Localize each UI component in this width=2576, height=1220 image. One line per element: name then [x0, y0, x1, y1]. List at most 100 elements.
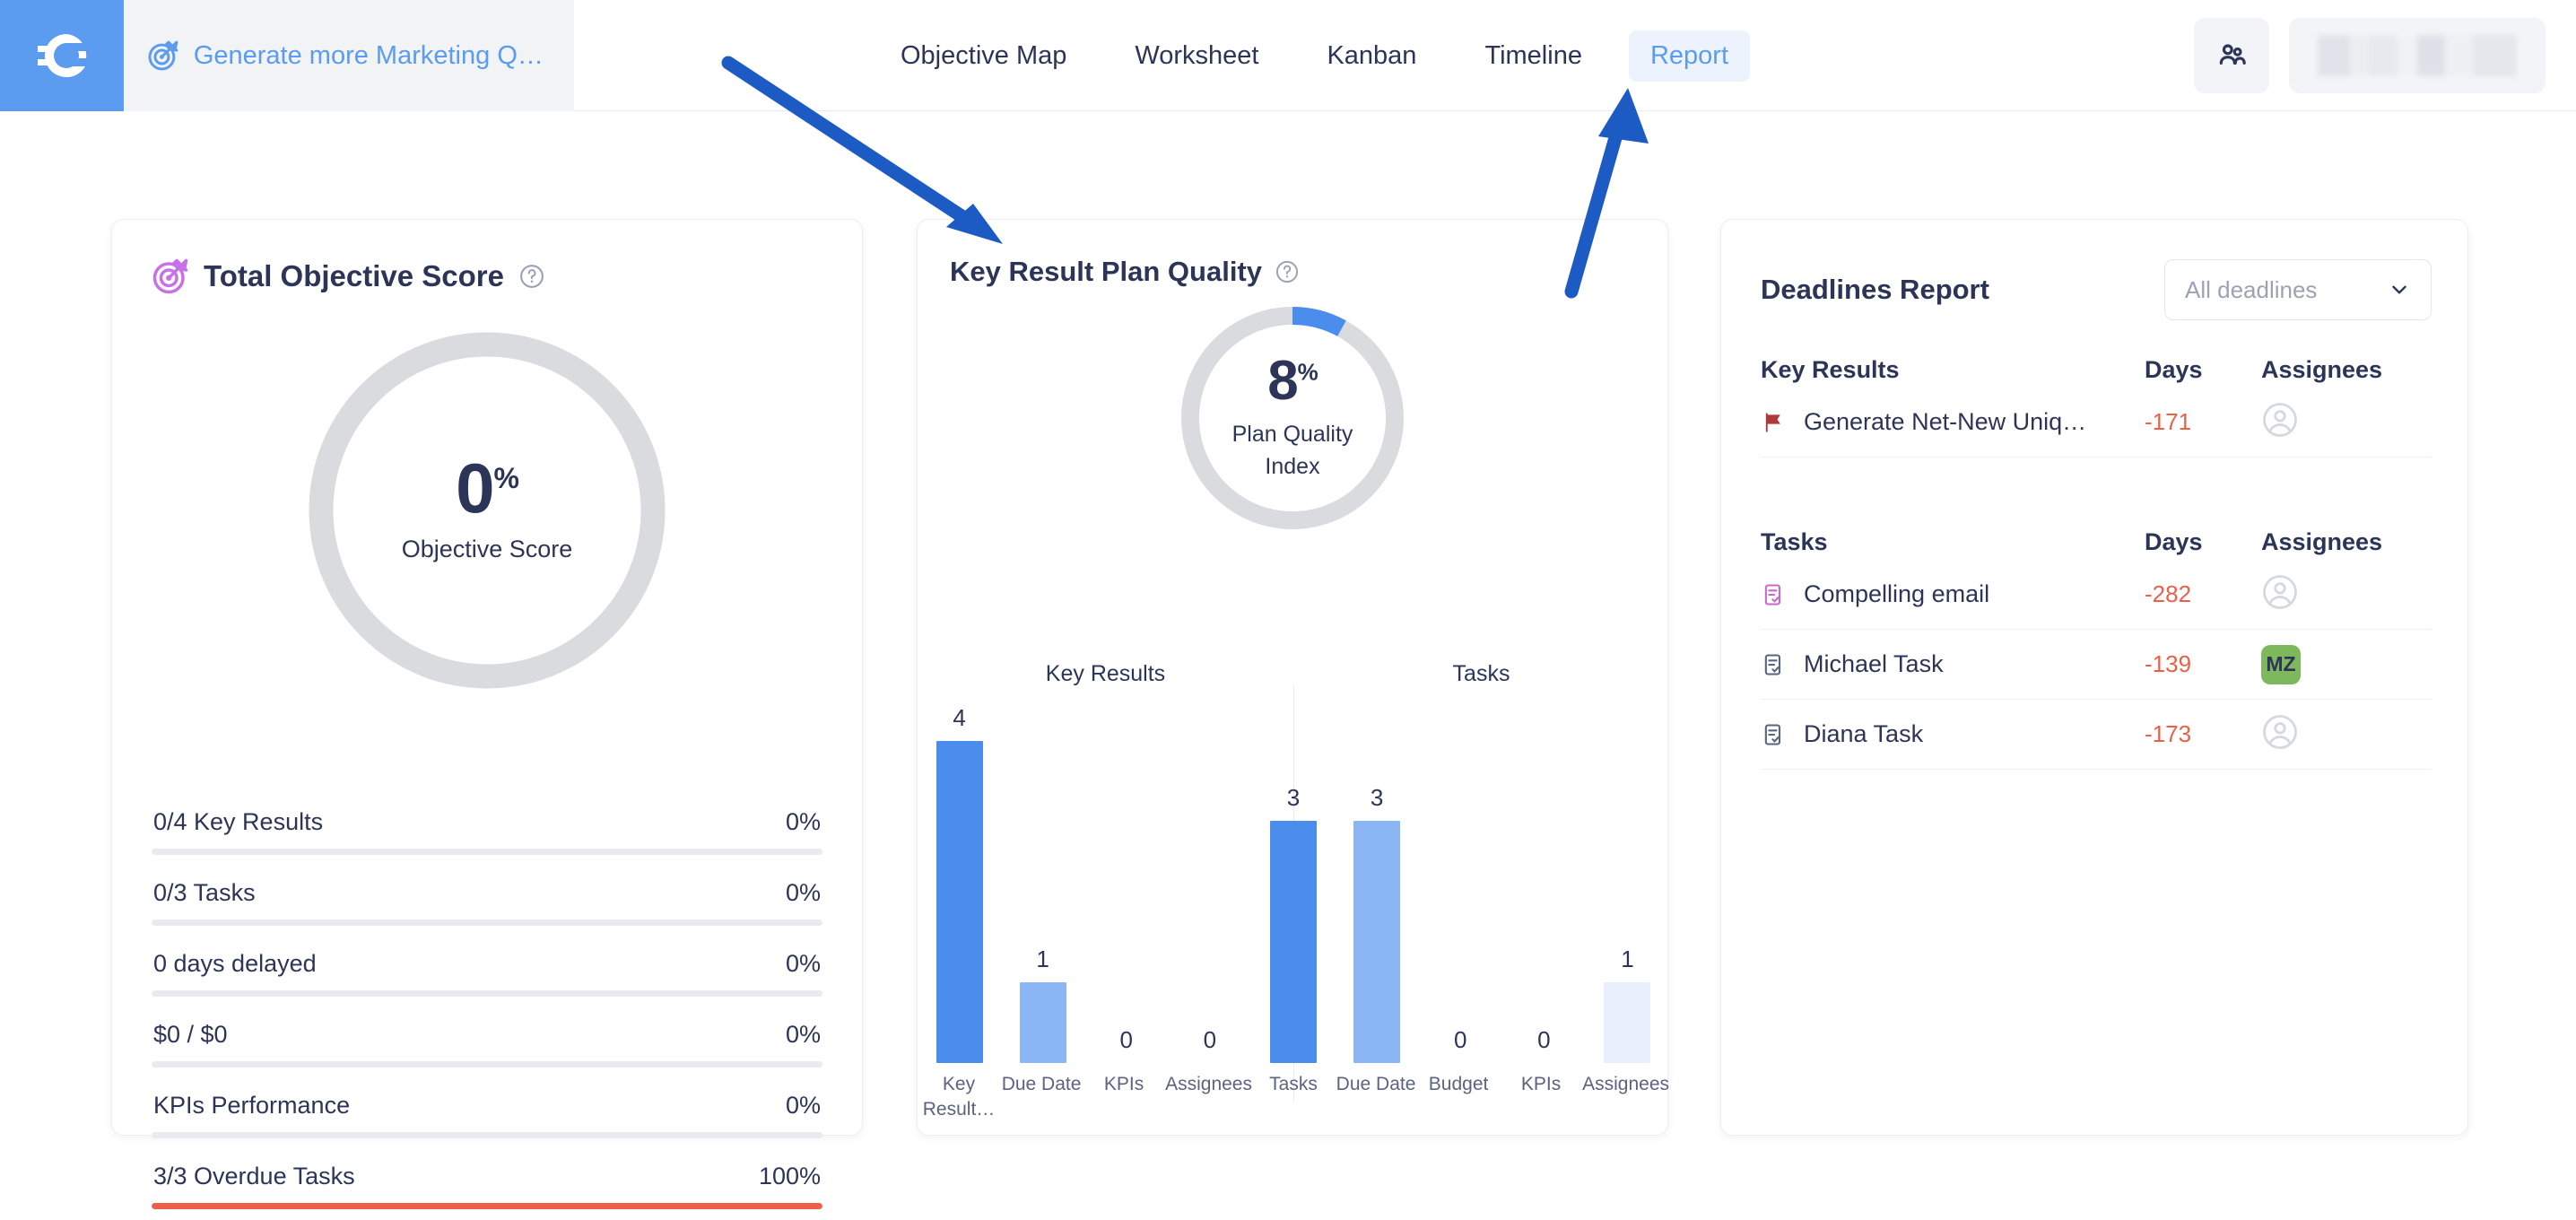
- objective-title: Generate more Marketing Qua…: [193, 40, 551, 70]
- task-assignee[interactable]: [2261, 573, 2432, 615]
- metric-progress-track: [152, 1061, 822, 1068]
- bar-due-date: [1019, 982, 1066, 1063]
- key-result-assignee[interactable]: [2261, 401, 2432, 443]
- key-result-days: -171: [2145, 408, 2192, 435]
- table-row[interactable]: Compelling email -282: [1761, 560, 2432, 630]
- target-icon: [148, 40, 178, 71]
- metric-label: 0 days delayed: [153, 950, 317, 977]
- task-days: -173: [2145, 720, 2192, 747]
- tasks-table: Tasks Days Assignees Compelling email -2…: [1761, 528, 2432, 770]
- bar-value: 3: [1370, 784, 1384, 811]
- quality-title: Key Result Plan Quality: [950, 256, 1262, 287]
- report-canvas: Total Objective Score 0% Objective Score…: [0, 111, 2576, 1209]
- bar-column: 0: [1419, 704, 1502, 1063]
- key-result-name: Generate Net-New Unique le…: [1804, 408, 2100, 435]
- metric-value: 100%: [758, 1163, 821, 1190]
- top-right-actions: [2194, 0, 2546, 111]
- help-circle-icon[interactable]: [1275, 259, 1300, 284]
- column-header-assignees: Assignees: [2261, 528, 2383, 555]
- metric-label: KPIs Performance: [153, 1092, 351, 1119]
- x-label: Key Result…: [922, 1074, 996, 1120]
- objective-gauge: 0% Objective Score: [112, 322, 862, 699]
- gtmhub-logo-icon: [38, 34, 87, 78]
- plan-quality-value: 8%: [1267, 349, 1318, 412]
- main-nav: Objective Map Worksheet Kanban Timeline …: [879, 0, 1750, 111]
- metric-label: 0/4 Key Results: [153, 808, 324, 835]
- metric-progress-fill: [152, 1203, 822, 1209]
- x-label: Budget: [1428, 1074, 1489, 1094]
- app-logo[interactable]: [0, 0, 124, 111]
- metric-overdue-tasks: 3/3 Overdue Tasks 100%: [152, 1163, 822, 1209]
- avatar: MZ: [2261, 644, 2301, 684]
- bar-assignees-tasks: [1604, 982, 1651, 1063]
- task-assignee[interactable]: MZ: [2261, 644, 2432, 684]
- metric-label: $0 / $0: [153, 1021, 228, 1048]
- metric-progress-track: [152, 919, 822, 926]
- metric-value: 0%: [785, 1021, 821, 1048]
- x-label: Due Date: [1336, 1074, 1416, 1094]
- tasks-table-header: Tasks Days Assignees: [1761, 528, 2432, 560]
- bar-value: 1: [1621, 946, 1634, 972]
- bar-due-date-tasks: [1353, 821, 1401, 1063]
- flag-icon: [1765, 413, 1780, 431]
- bar-column: 4: [918, 704, 1001, 1063]
- objective-score-caption: Objective Score: [401, 536, 573, 563]
- user-chip[interactable]: [2289, 18, 2546, 93]
- metric-label: 3/3 Overdue Tasks: [153, 1163, 355, 1190]
- tab-report[interactable]: Report: [1628, 30, 1750, 82]
- plan-quality-gauge-center: 8% Plan Quality Index: [918, 301, 1667, 536]
- help-circle-icon[interactable]: [518, 263, 545, 290]
- table-row[interactable]: Diana Task -173: [1761, 700, 2432, 770]
- chart-x-axis-labels: Key Result… Due Date KPIs Assignees Task…: [918, 1072, 1669, 1123]
- table-row[interactable]: Michael Task -139 MZ: [1761, 630, 2432, 700]
- plan-quality-gauge: 8% Plan Quality Index: [918, 301, 1667, 536]
- task-assignee[interactable]: [2261, 713, 2432, 755]
- bar-column: 3: [1251, 704, 1335, 1063]
- tab-kanban[interactable]: Kanban: [1305, 30, 1438, 82]
- bar-value: 4: [953, 704, 966, 731]
- column-header-tasks: Tasks: [1761, 528, 1828, 555]
- bar-value: 0: [1203, 1026, 1217, 1053]
- metric-value: 0%: [785, 879, 821, 906]
- page-title: Total Objective Score: [204, 259, 504, 292]
- user-chip-label: [2318, 35, 2517, 76]
- task-days: -282: [2145, 580, 2192, 607]
- tab-worksheet[interactable]: Worksheet: [1113, 30, 1280, 82]
- tab-timeline[interactable]: Timeline: [1463, 30, 1604, 82]
- metric-progress-track: [152, 1203, 822, 1209]
- metric-value: 0%: [785, 950, 821, 977]
- target-icon: [152, 258, 188, 294]
- metric-kpis-performance: KPIs Performance 0%: [152, 1092, 822, 1138]
- x-label: KPIs: [1520, 1074, 1562, 1094]
- objective-chip[interactable]: Generate more Marketing Qua…: [124, 0, 574, 111]
- chart-group-label-tasks: Tasks: [1452, 661, 1510, 686]
- bar-column: 0: [1084, 704, 1168, 1063]
- quality-card-header: Key Result Plan Quality: [918, 220, 1667, 288]
- avatar-placeholder-icon: [2263, 715, 2297, 749]
- bar-tasks: [1269, 821, 1317, 1063]
- chevron-down-icon: [2392, 285, 2406, 294]
- key-results-table: Key Results Days Assignees Generate Net-…: [1761, 356, 2432, 458]
- task-name: Michael Task: [1804, 650, 1944, 677]
- table-row[interactable]: Generate Net-New Unique le… -171: [1761, 388, 2432, 458]
- objective-score-value: 0%: [456, 449, 519, 528]
- key-result-plan-quality-card: Key Result Plan Quality 8% Plan Quality …: [917, 219, 1669, 1136]
- bar-column: 1: [1001, 704, 1084, 1063]
- metric-progress-track: [152, 1132, 822, 1138]
- key-results-table-header: Key Results Days Assignees: [1761, 356, 2432, 388]
- bar-value: 0: [1453, 1026, 1467, 1053]
- metric-progress-track: [152, 990, 822, 997]
- tab-objective-map[interactable]: Objective Map: [879, 30, 1088, 82]
- metric-key-results: 0/4 Key Results 0%: [152, 808, 822, 855]
- bar-column: 0: [1168, 704, 1251, 1063]
- x-label: KPIs: [1103, 1074, 1144, 1094]
- objective-card-header: Total Objective Score: [112, 220, 862, 295]
- bar-value: 1: [1036, 946, 1049, 972]
- plan-quality-caption-line1: Plan Quality: [1231, 421, 1353, 447]
- chart-group-label-key-results: Key Results: [1045, 661, 1166, 686]
- task-name: Diana Task: [1804, 720, 1924, 747]
- task-days: -139: [2145, 650, 2192, 677]
- deadlines-filter-select[interactable]: All deadlines: [2164, 259, 2432, 320]
- people-button[interactable]: [2194, 18, 2269, 93]
- people-icon: [2219, 44, 2246, 65]
